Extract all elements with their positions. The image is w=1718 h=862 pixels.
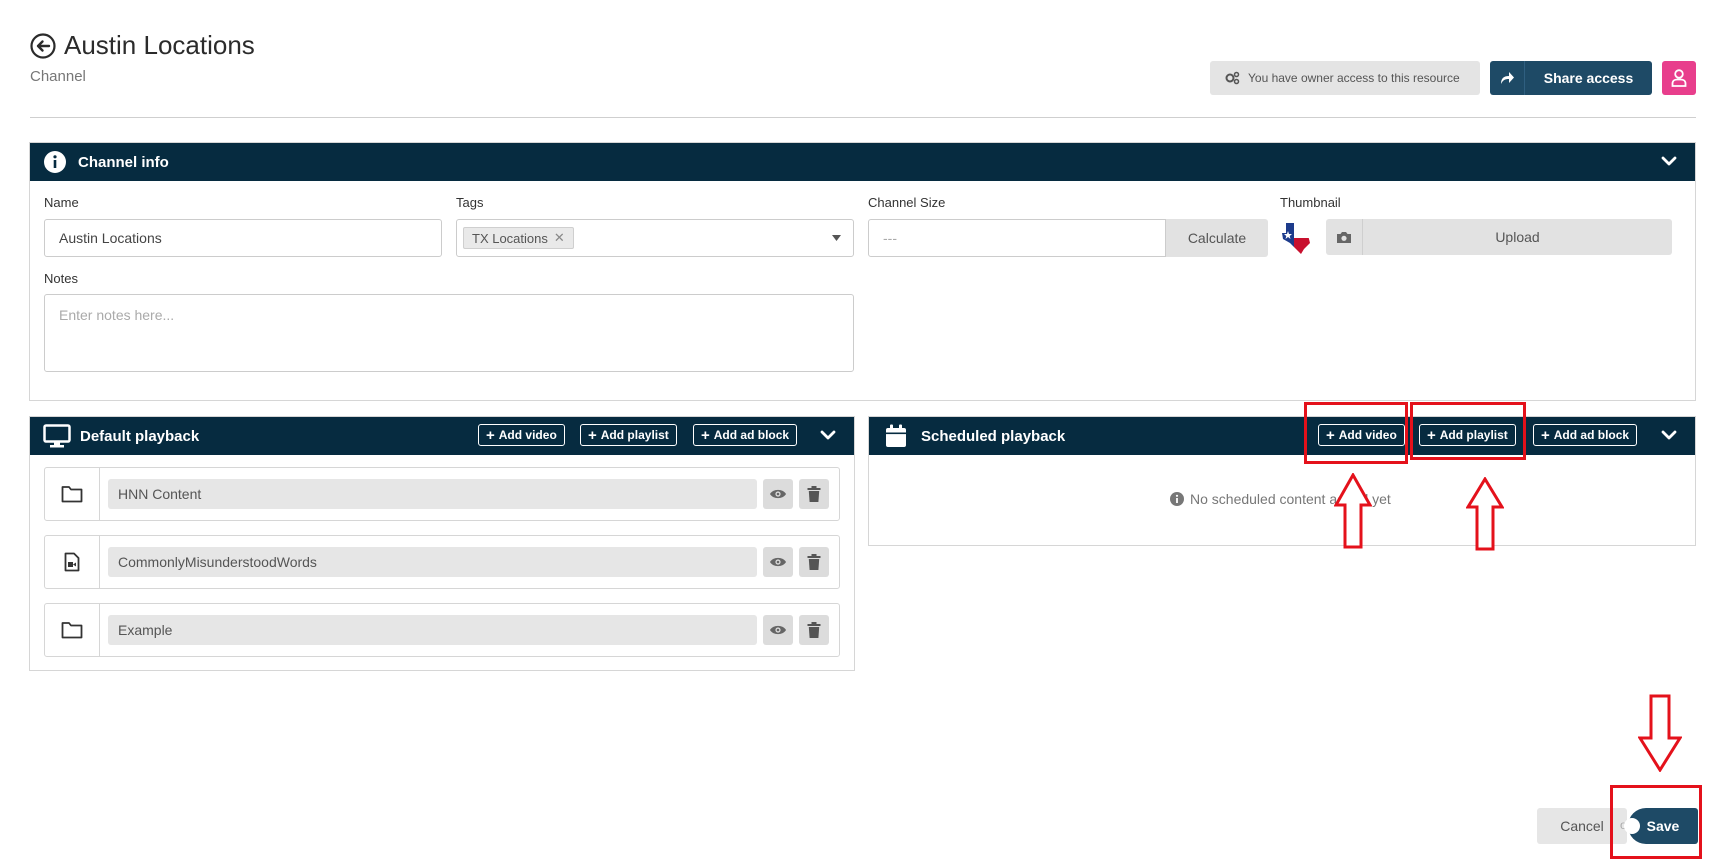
video-file-icon <box>45 536 100 588</box>
share-icon <box>1490 61 1525 95</box>
user-permissions-button[interactable] <box>1662 61 1696 95</box>
default-playback-title: Default playback <box>80 427 200 445</box>
tags-label: Tags <box>456 195 484 210</box>
folder-icon <box>45 468 100 520</box>
notes-textarea[interactable]: Enter notes here... <box>44 294 854 372</box>
thumbnail-label: Thumbnail <box>1280 195 1341 210</box>
calculate-button[interactable]: Calculate <box>1166 219 1268 257</box>
trash-icon <box>807 486 821 502</box>
scheduled-playback-header: Scheduled playback + Add video + Add playl… <box>869 417 1695 455</box>
owner-access-badge: You have owner access to this resource <box>1210 61 1480 95</box>
annotation-arrow-up-icon <box>1466 477 1504 551</box>
trash-icon <box>807 554 821 570</box>
name-label: Name <box>44 195 79 210</box>
name-input-value: Austin Locations <box>59 230 162 246</box>
chevron-down-icon[interactable] <box>820 428 836 442</box>
caret-down-icon[interactable] <box>832 235 841 241</box>
channel-size-input: --- <box>868 219 1166 257</box>
playback-row: CommonlyMisunderstoodWords <box>44 535 840 589</box>
header-divider <box>30 117 1696 118</box>
annotation-arrow-down-icon <box>1638 694 1682 772</box>
annotation-box-add-video <box>1304 402 1408 464</box>
folder-icon <box>45 604 100 656</box>
chevron-down-icon[interactable] <box>1661 428 1677 442</box>
camera-icon <box>1326 219 1363 255</box>
monitor-icon <box>43 424 71 448</box>
chevron-down-icon[interactable] <box>1661 154 1677 168</box>
notes-label: Notes <box>44 271 78 286</box>
share-access-label: Share access <box>1543 70 1634 86</box>
channel-info-title: Channel info <box>78 153 169 171</box>
texas-flag-thumbnail <box>1282 223 1310 254</box>
page-title: Austin Locations <box>30 30 255 61</box>
default-add-ad-block-button[interactable]: + Add ad block <box>693 424 798 446</box>
eye-icon <box>770 625 786 635</box>
eye-icon <box>770 557 786 567</box>
default-add-ad-block-label: Add ad block <box>713 428 790 442</box>
scheduled-playback-panel: Scheduled playback + Add video + Add playl… <box>868 416 1696 546</box>
share-access-button[interactable]: Share access <box>1490 61 1652 95</box>
tag-chip-label: TX Locations <box>472 230 548 246</box>
annotation-box-save <box>1610 785 1702 859</box>
name-input[interactable]: Austin Locations <box>44 219 442 257</box>
calendar-icon <box>886 424 906 447</box>
channel-info-header[interactable]: Channel info <box>30 143 1695 181</box>
upload-button[interactable]: Upload <box>1326 219 1672 255</box>
default-add-playlist-button[interactable]: + Add playlist <box>580 424 677 446</box>
playback-item-name: CommonlyMisunderstoodWords <box>108 547 757 577</box>
default-add-video-label: Add video <box>498 428 557 442</box>
tags-select[interactable]: TX Locations ✕ <box>456 219 854 257</box>
info-icon <box>1170 492 1184 506</box>
preview-button[interactable] <box>763 547 793 577</box>
trash-icon <box>807 622 821 638</box>
user-icon <box>1671 69 1687 87</box>
channel-size-label: Channel Size <box>868 195 946 210</box>
delete-button[interactable] <box>799 479 829 509</box>
playback-item-name: HNN Content <box>108 479 757 509</box>
delete-button[interactable] <box>799 615 829 645</box>
gears-icon <box>1225 71 1240 85</box>
preview-button[interactable] <box>763 615 793 645</box>
page-subtitle: Channel <box>30 68 86 85</box>
channel-size-value: --- <box>883 230 897 246</box>
back-arrow-icon[interactable] <box>30 32 56 59</box>
eye-icon <box>770 489 786 499</box>
scheduled-playback-title: Scheduled playback <box>921 427 1066 445</box>
default-add-video-button[interactable]: + Add video <box>478 424 565 446</box>
preview-button[interactable] <box>763 479 793 509</box>
default-add-playlist-label: Add playlist <box>600 428 669 442</box>
info-icon <box>44 151 66 173</box>
remove-tag-icon[interactable]: ✕ <box>554 230 565 246</box>
scheduled-add-ad-block-label: Add ad block <box>1553 428 1630 442</box>
delete-button[interactable] <box>799 547 829 577</box>
upload-label: Upload <box>1495 229 1540 245</box>
tag-chip: TX Locations ✕ <box>463 227 574 249</box>
annotation-arrow-up-icon <box>1334 473 1372 549</box>
default-playback-header: Default playback + Add video + Add playlis… <box>30 417 854 455</box>
owner-access-text: You have owner access to this resource <box>1248 71 1460 85</box>
playback-row: HNN Content <box>44 467 840 521</box>
annotation-box-add-playlist <box>1410 402 1526 460</box>
page-title-text: Austin Locations <box>64 30 255 60</box>
playback-row: Example <box>44 603 840 657</box>
playback-item-name: Example <box>108 615 757 645</box>
notes-placeholder: Enter notes here... <box>59 307 175 323</box>
scheduled-add-ad-block-button[interactable]: + Add ad block <box>1533 424 1638 446</box>
